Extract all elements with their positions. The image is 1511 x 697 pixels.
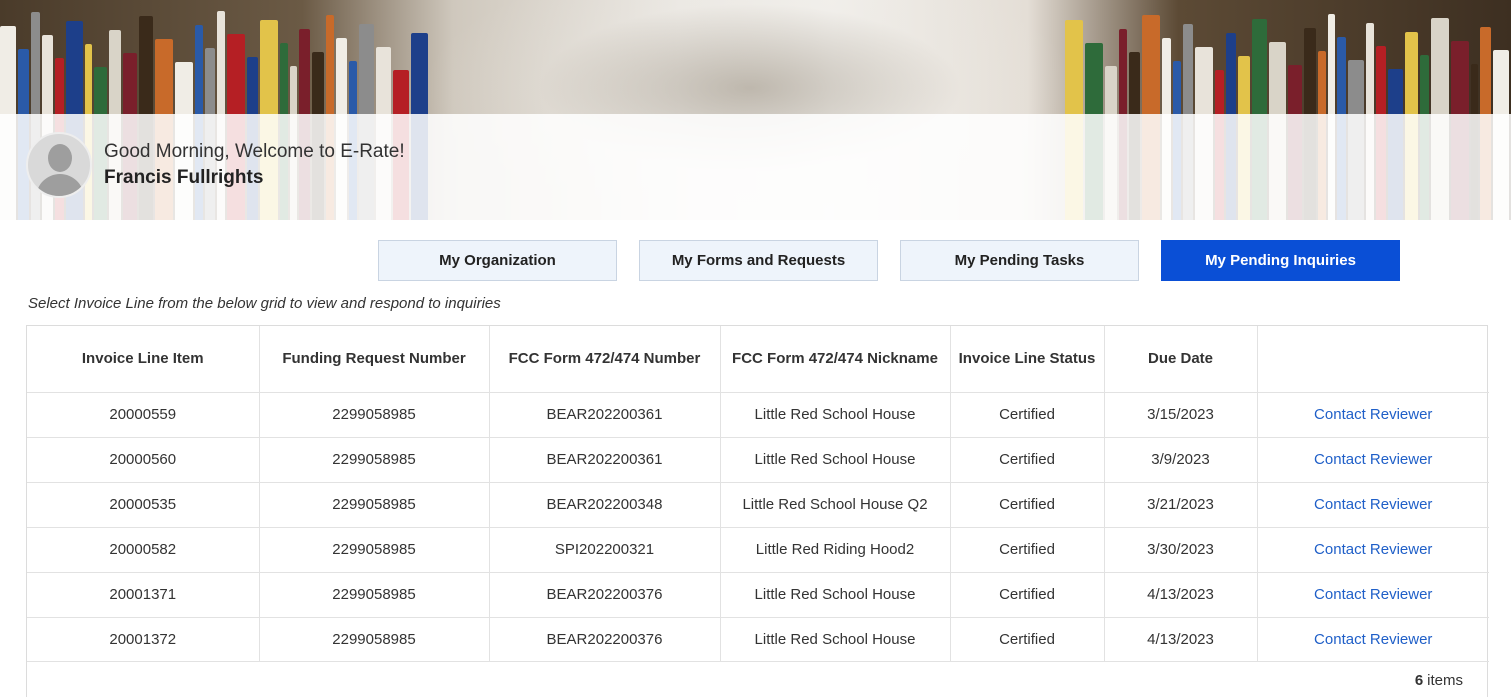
contact-reviewer-link[interactable]: Contact Reviewer (1257, 527, 1489, 573)
grid-header-row: Invoice Line Item Funding Request Number… (27, 326, 1489, 393)
contact-reviewer-link[interactable]: Contact Reviewer (1257, 392, 1489, 438)
contact-reviewer-link[interactable]: Contact Reviewer (1257, 617, 1489, 662)
tab-my-pending-tasks[interactable]: My Pending Tasks (900, 240, 1139, 281)
table-row[interactable]: 20001371 2299058985 BEAR202200376 Little Re… (27, 572, 1489, 618)
inquiries-grid: Invoice Line Item Funding Request Number… (26, 325, 1489, 697)
user-silhouette-icon (48, 144, 72, 172)
column-header-invoice-line-status[interactable]: Invoice Line Status (950, 326, 1105, 393)
avatar (26, 132, 92, 198)
cell-due-date: 4/13/2023 (1104, 617, 1258, 662)
tab-my-forms-and-requests[interactable]: My Forms and Requests (639, 240, 878, 281)
cell-form-nickname: Little Red School House (720, 617, 951, 662)
cell-form-nickname: Little Red Riding Hood2 (720, 527, 951, 573)
cell-invoice-line-status: Certified (950, 392, 1105, 438)
cell-due-date: 4/13/2023 (1104, 572, 1258, 618)
cell-invoice-line-item: 20000535 (27, 482, 260, 528)
contact-reviewer-link[interactable]: Contact Reviewer (1257, 482, 1489, 528)
tab-my-organization[interactable]: My Organization (378, 240, 617, 281)
cell-invoice-line-status: Certified (950, 527, 1105, 573)
table-row[interactable]: 20000535 2299058985 BEAR202200348 Little Re… (27, 482, 1489, 528)
cell-form-number: BEAR202200361 (489, 437, 721, 483)
cell-form-nickname: Little Red School House (720, 572, 951, 618)
column-header-form-number[interactable]: FCC Form 472/474 Number (489, 326, 721, 393)
user-silhouette-body (36, 174, 84, 196)
cell-invoice-line-item: 20000560 (27, 437, 260, 483)
cell-due-date: 3/21/2023 (1104, 482, 1258, 528)
cell-invoice-line-status: Certified (950, 482, 1105, 528)
user-name: Francis Fullrights (104, 167, 264, 188)
table-row[interactable]: 20001372 2299058985 BEAR202200376 Little Re… (27, 617, 1489, 662)
column-header-form-nickname[interactable]: FCC Form 472/474 Nickname (720, 326, 951, 393)
welcome-message: Good Morning, Welcome to E-Rate! (104, 141, 405, 162)
cell-invoice-line-status: Certified (950, 617, 1105, 662)
cell-form-nickname: Little Red School House Q2 (720, 482, 951, 528)
cell-invoice-line-item: 20000582 (27, 527, 260, 573)
item-count: 6 (1414, 671, 1424, 689)
table-row[interactable]: 20000582 2299058985 SPI202200321 Little Red… (27, 527, 1489, 573)
table-row[interactable]: 20000560 2299058985 BEAR202200361 Little Re… (27, 437, 1489, 483)
cell-form-number: BEAR202200348 (489, 482, 721, 528)
cell-form-nickname: Little Red School House (720, 437, 951, 483)
cell-form-number: BEAR202200376 (489, 572, 721, 618)
column-header-due-date[interactable]: Due Date (1104, 326, 1258, 393)
cell-due-date: 3/15/2023 (1104, 392, 1258, 438)
column-header-invoice-line-item[interactable]: Invoice Line Item (27, 326, 260, 393)
cell-funding-request-number: 2299058985 (259, 572, 490, 618)
cell-funding-request-number: 2299058985 (259, 617, 490, 662)
column-header-funding-request-number[interactable]: Funding Request Number (259, 326, 490, 393)
cell-form-nickname: Little Red School House (720, 392, 951, 438)
greeting-text-group: Good Morning, Welcome to E-Rate! Francis… (104, 139, 405, 191)
cell-due-date: 3/9/2023 (1104, 437, 1258, 483)
welcome-panel: Good Morning, Welcome to E-Rate! Francis… (26, 132, 405, 198)
cell-funding-request-number: 2299058985 (259, 437, 490, 483)
item-count-label: items (1427, 671, 1463, 689)
cell-form-number: BEAR202200376 (489, 617, 721, 662)
column-header-actions (1257, 326, 1489, 393)
cell-form-number: SPI202200321 (489, 527, 721, 573)
contact-reviewer-link[interactable]: Contact Reviewer (1257, 437, 1489, 483)
cell-invoice-line-status: Certified (950, 572, 1105, 618)
cell-invoice-line-status: Certified (950, 437, 1105, 483)
cell-funding-request-number: 2299058985 (259, 527, 490, 573)
cell-funding-request-number: 2299058985 (259, 392, 490, 438)
cell-form-number: BEAR202200361 (489, 392, 721, 438)
grid-footer: 6 items (27, 662, 1487, 697)
dashboard-tabs: My Organization My Forms and Requests My… (378, 240, 1422, 281)
contact-reviewer-link[interactable]: Contact Reviewer (1257, 572, 1489, 618)
tab-my-pending-inquiries[interactable]: My Pending Inquiries (1161, 240, 1400, 281)
grid-instruction: Select Invoice Line from the below grid … (28, 295, 501, 312)
cell-invoice-line-item: 20001372 (27, 617, 260, 662)
cell-invoice-line-item: 20000559 (27, 392, 260, 438)
cell-invoice-line-item: 20001371 (27, 572, 260, 618)
cell-funding-request-number: 2299058985 (259, 482, 490, 528)
cell-due-date: 3/30/2023 (1104, 527, 1258, 573)
table-row[interactable]: 20000559 2299058985 BEAR202200361 Little Re… (27, 392, 1489, 438)
